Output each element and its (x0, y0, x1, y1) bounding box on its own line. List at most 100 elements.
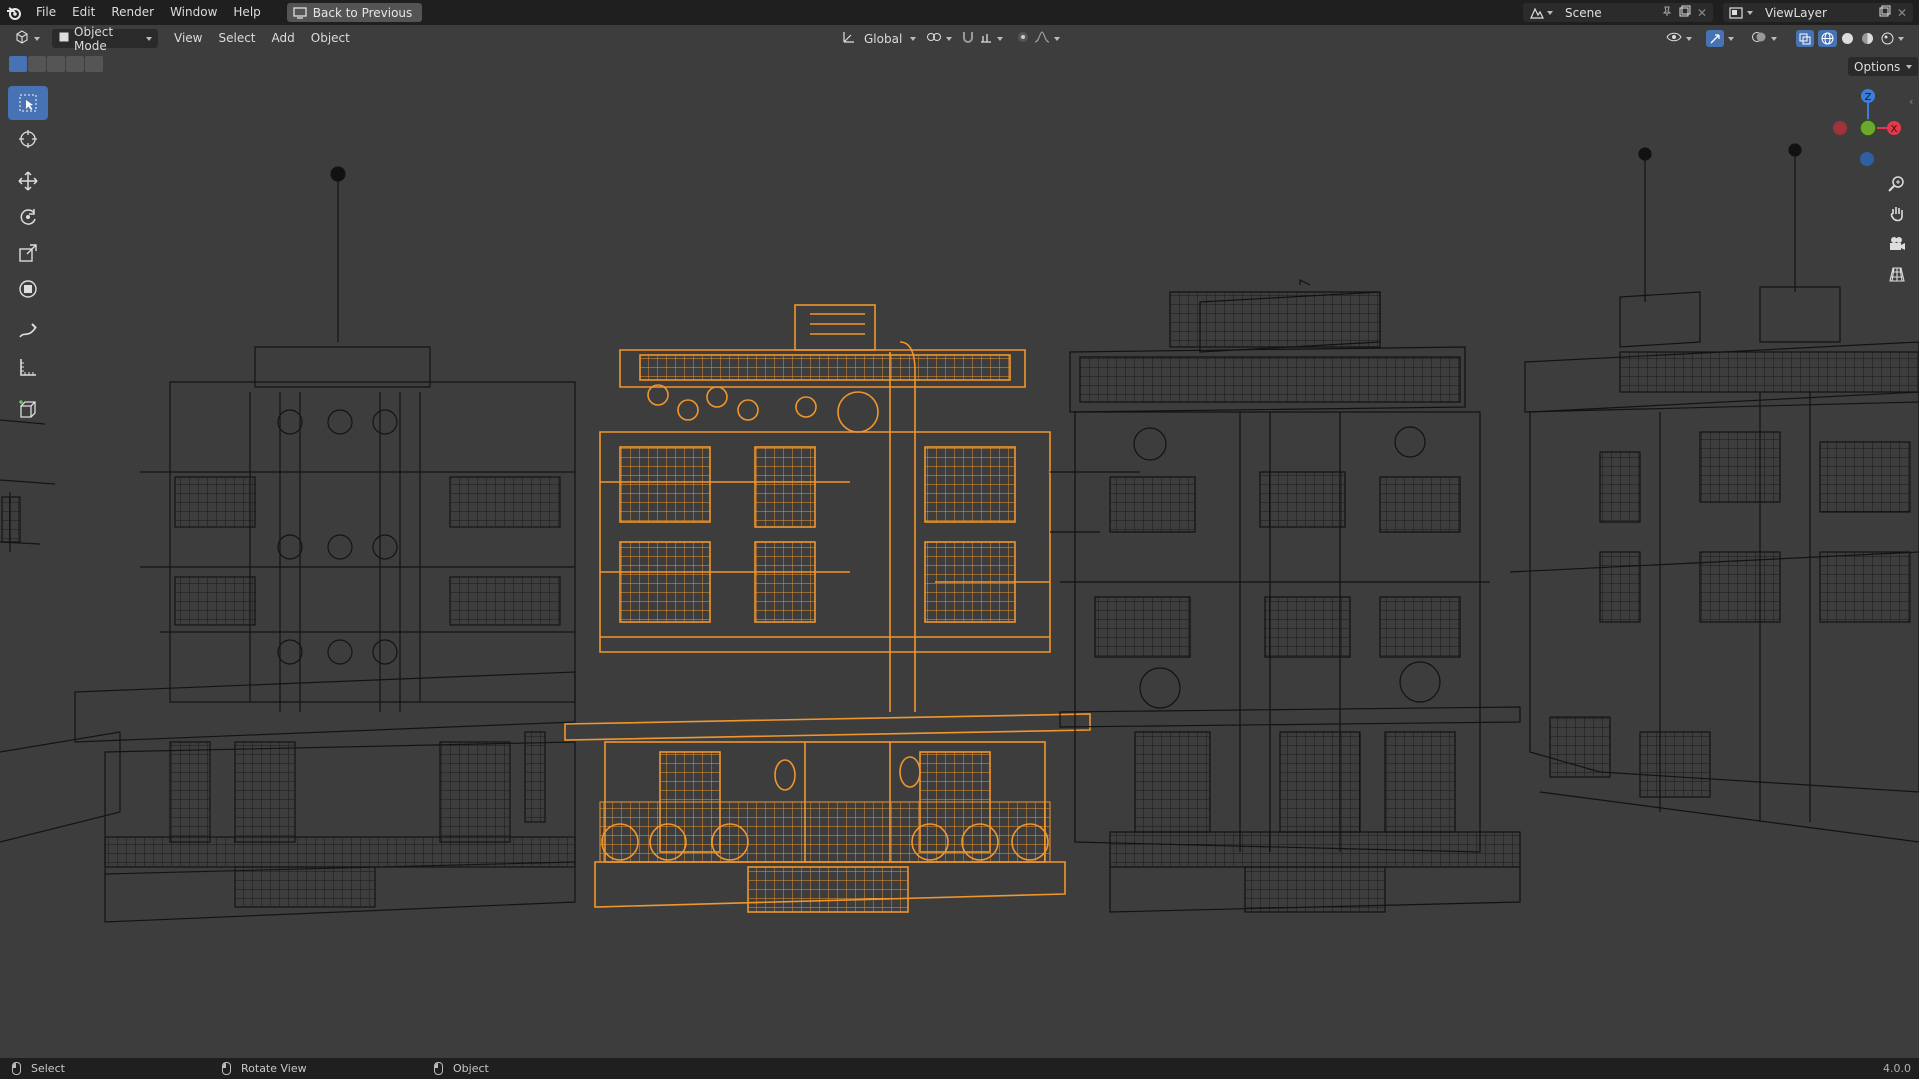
camera-icon (1890, 237, 1905, 250)
editor-type-button[interactable] (8, 29, 46, 48)
wireframe-shading-icon[interactable] (1818, 30, 1837, 47)
axis-y-icon[interactable] (1859, 119, 1877, 137)
snap-target-icon (979, 30, 993, 47)
snap-toggle[interactable] (955, 29, 1009, 48)
mouse-middle-icon (222, 1062, 231, 1075)
toggle-perspective-button[interactable] (1882, 260, 1912, 288)
solid-shading-icon[interactable] (1838, 30, 1857, 47)
scale-icon (19, 244, 37, 262)
version-label: 4.0.0 (1883, 1062, 1911, 1075)
falloff-icon (1034, 30, 1050, 47)
navigation-gizmo[interactable]: Z X (1810, 84, 1910, 174)
annotate-tool[interactable] (8, 314, 48, 348)
close-icon[interactable]: ✕ (1697, 6, 1707, 20)
new-scene-icon[interactable] (1679, 5, 1691, 20)
viewlayer-name: ViewLayer (1765, 5, 1827, 20)
3d-viewport[interactable] (0, 52, 1919, 1058)
menu-object[interactable]: Object (303, 26, 358, 51)
axis-x-label: X (1891, 124, 1898, 135)
status-rotate-view: Rotate View (222, 1062, 307, 1075)
cursor-tool[interactable] (8, 122, 48, 156)
pan-button[interactable] (1882, 200, 1912, 228)
zoom-button[interactable] (1882, 170, 1912, 198)
menu-add[interactable]: Add (264, 26, 303, 51)
building-far-left-wireframe[interactable] (0, 419, 121, 843)
building-left-wireframe[interactable] (74, 166, 576, 923)
object-mode-icon (58, 31, 70, 46)
transform-icon (19, 280, 37, 298)
back-to-previous-button[interactable]: Back to Previous (286, 3, 423, 22)
transform-orientation-selector[interactable]: Global (836, 29, 922, 48)
axis-z-label: Z (1865, 92, 1872, 103)
status-bar: Select Rotate View Object 4.0.0 (0, 1058, 1919, 1079)
measure-tool[interactable] (8, 350, 48, 384)
zoom-icon (1888, 176, 1904, 192)
menu-view[interactable]: View (166, 26, 210, 51)
scale-tool[interactable] (8, 236, 48, 270)
pivot-icon (926, 30, 942, 47)
status-rotate-label: Rotate View (241, 1062, 307, 1075)
scene-name: Scene (1565, 5, 1602, 20)
back-to-previous-label: Back to Previous (312, 5, 413, 20)
overlays-icon (1751, 30, 1767, 47)
building-far-right-wireframe[interactable] (1509, 143, 1919, 843)
building-right-wireframe[interactable] (1050, 279, 1521, 913)
add-cube-tool[interactable] (8, 392, 48, 426)
options-dropdown[interactable]: Options (1848, 57, 1919, 76)
collapse-sidebar-icon[interactable]: ‹ (1909, 95, 1913, 108)
mode-selector[interactable]: Object Mode (52, 25, 158, 53)
status-select: Select (12, 1062, 65, 1075)
menu-file[interactable]: File (28, 0, 64, 25)
menu-render[interactable]: Render (103, 0, 162, 25)
hand-icon (1890, 207, 1903, 222)
menu-help[interactable]: Help (225, 0, 268, 25)
rotate-tool[interactable] (8, 200, 48, 234)
annotate-icon (19, 323, 37, 338)
viewport-scene (0, 143, 1919, 923)
menu-edit[interactable]: Edit (64, 0, 103, 25)
select-box-tool[interactable] (8, 86, 48, 120)
screen-icon (293, 6, 307, 19)
axis-neg-x-icon[interactable] (1833, 121, 1847, 135)
shading-options-caret[interactable] (1898, 36, 1904, 41)
proportional-editing-toggle[interactable] (1010, 29, 1066, 48)
tool-shelf (8, 86, 48, 428)
scene-selector[interactable]: Scene ✕ (1523, 3, 1713, 22)
camera-view-button[interactable] (1882, 230, 1912, 258)
rotate-icon (20, 209, 36, 225)
magnet-icon (961, 30, 975, 47)
top-menu-bar: File Edit Render Window Help Back to Pre… (0, 0, 1919, 25)
new-viewlayer-icon[interactable] (1879, 5, 1891, 20)
add-cube-icon (19, 400, 36, 418)
pivot-point-selector[interactable] (920, 29, 958, 48)
options-label: Options (1854, 59, 1901, 74)
orientation-label: Global (864, 31, 903, 46)
menu-select[interactable]: Select (210, 26, 263, 51)
building-selected-wireframe[interactable] (564, 304, 1091, 913)
transform-tool[interactable] (8, 272, 48, 306)
pin-icon[interactable] (1661, 5, 1673, 20)
move-tool[interactable] (8, 164, 48, 198)
scene-icon (1529, 6, 1553, 20)
blender-app: File Edit Render Window Help Back to Pre… (0, 0, 1919, 1079)
menu-window[interactable]: Window (162, 0, 225, 25)
measure-icon (20, 359, 36, 376)
overlays-toggle[interactable] (1745, 29, 1783, 48)
viewport-header: Object Mode View Select Add Object Globa… (0, 25, 1919, 53)
cursor-icon (19, 130, 37, 148)
viewlayer-selector[interactable]: ViewLayer ✕ (1723, 3, 1913, 22)
material-shading-icon[interactable] (1858, 30, 1877, 47)
visibility-selector[interactable] (1660, 29, 1698, 48)
close-icon[interactable]: ✕ (1897, 6, 1907, 20)
viewlayer-icon (1729, 6, 1753, 20)
mouse-left-icon (12, 1062, 21, 1075)
axis-neg-z-icon[interactable] (1860, 152, 1874, 166)
rendered-shading-icon[interactable] (1878, 30, 1897, 47)
gizmo-icon (1706, 30, 1724, 47)
status-object-label: Object (453, 1062, 489, 1075)
orientation-icon (842, 30, 856, 47)
gizmo-toggle[interactable] (1700, 29, 1740, 48)
status-select-label: Select (31, 1062, 65, 1075)
proportional-icon (1016, 30, 1030, 47)
blender-logo-icon[interactable] (0, 0, 28, 25)
